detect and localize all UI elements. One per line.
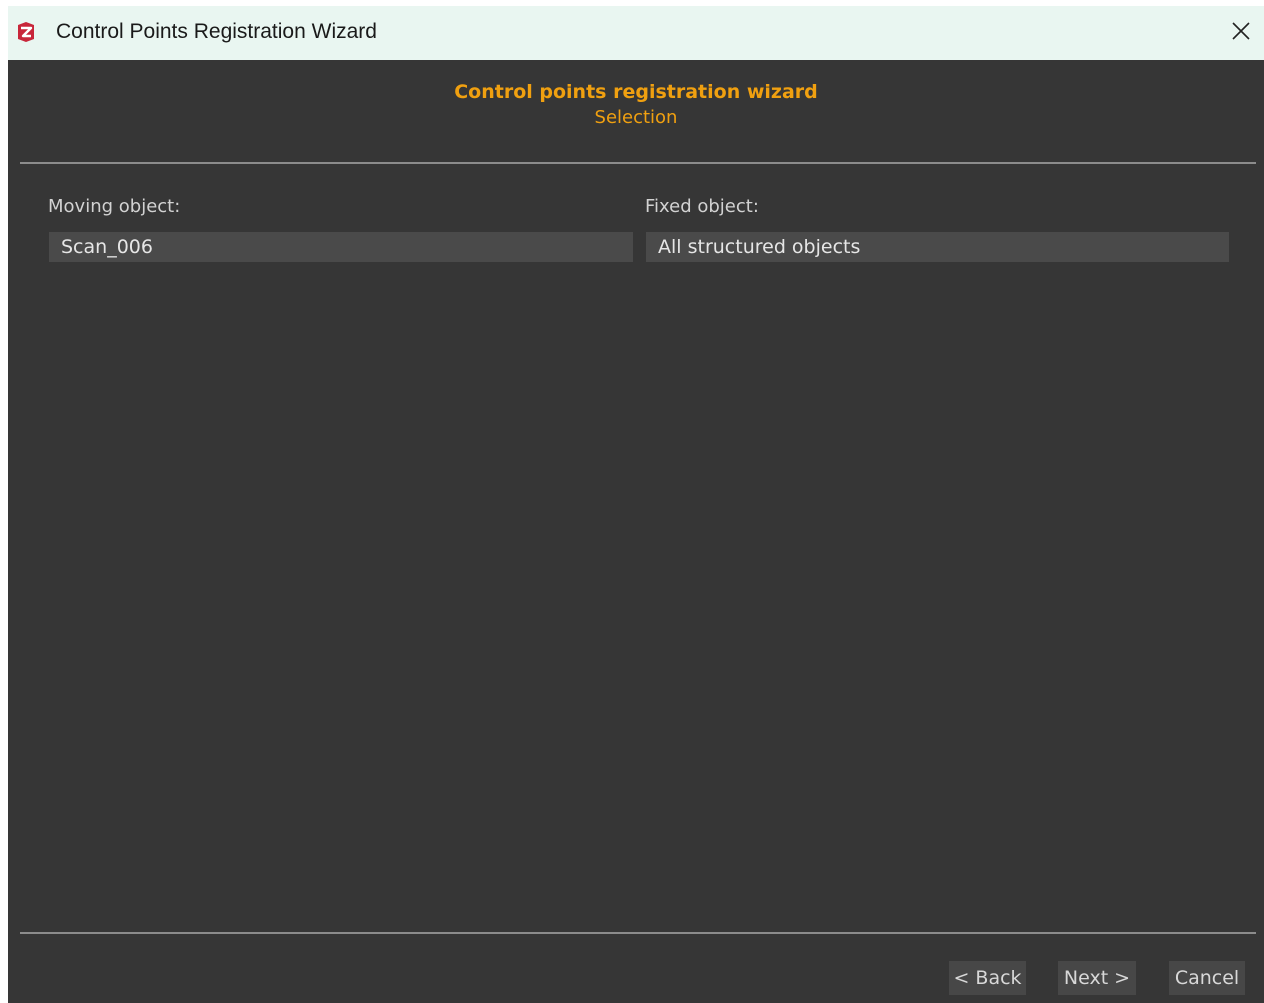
next-button[interactable]: Next > — [1058, 961, 1136, 995]
wizard-step-subtitle: Selection — [594, 107, 678, 128]
app-logo-icon — [15, 21, 37, 43]
fixed-object-field[interactable]: All structured objects — [646, 232, 1229, 262]
footer-divider — [20, 932, 1256, 934]
header-divider — [20, 162, 1256, 164]
fixed-object-label: Fixed object: — [645, 196, 759, 217]
moving-object-field[interactable]: Scan_006 — [49, 232, 633, 262]
close-icon — [1231, 21, 1251, 45]
title-bar: Control Points Registration Wizard — [8, 6, 1264, 60]
wizard-window: Control Points Registration Wizard Contr… — [8, 6, 1264, 1003]
window-title: Control Points Registration Wizard — [56, 20, 377, 43]
back-button[interactable]: < Back — [949, 961, 1026, 995]
cancel-button[interactable]: Cancel — [1169, 961, 1245, 995]
wizard-title: Control points registration wizard — [454, 81, 818, 103]
wizard-header: Control points registration wizard Selec… — [8, 60, 1264, 162]
moving-object-label: Moving object: — [48, 196, 181, 217]
close-button[interactable] — [1218, 6, 1264, 60]
